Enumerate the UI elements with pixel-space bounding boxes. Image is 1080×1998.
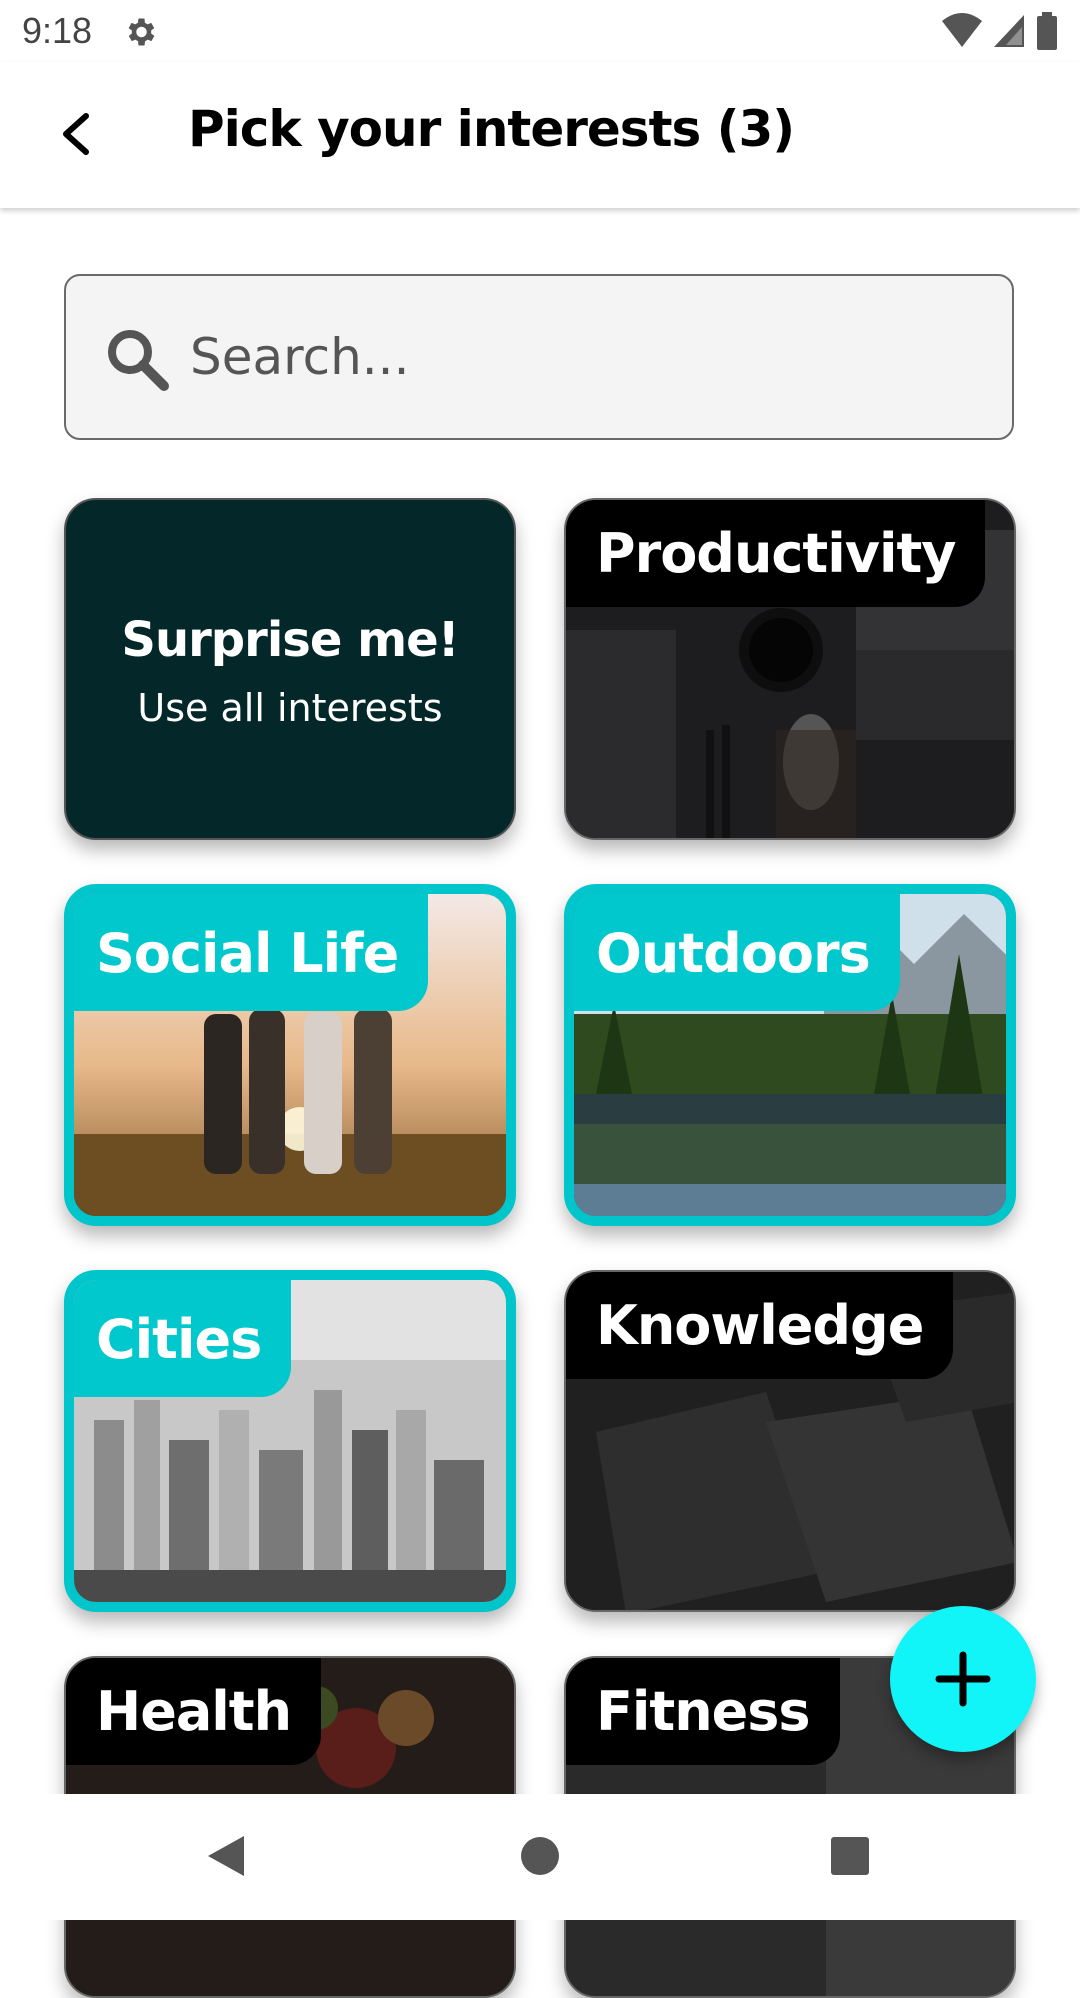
search-icon [108, 330, 169, 391]
search-box[interactable] [64, 274, 1014, 440]
search-input[interactable] [190, 312, 970, 402]
surprise-title: Surprise me! [121, 612, 459, 668]
interest-card-social-life[interactable]: Social Life [64, 884, 516, 1226]
card-label: Health [66, 1658, 322, 1765]
surprise-me-card[interactable]: Surprise me! Use all interests [64, 498, 516, 840]
nav-recents-button[interactable] [820, 1826, 880, 1886]
nav-home-button[interactable] [510, 1826, 570, 1886]
interest-card-outdoors[interactable]: Outdoors [564, 884, 1016, 1226]
wifi-icon [942, 13, 982, 47]
app-bar: Pick your interests (3) [0, 62, 1080, 208]
system-nav-bar [0, 1794, 1080, 1920]
status-time: 9:18 [22, 10, 93, 51]
back-button[interactable] [48, 106, 104, 162]
card-label: Productivity [566, 500, 986, 607]
add-button[interactable] [890, 1606, 1036, 1752]
surprise-subtitle: Use all interests [137, 686, 443, 730]
nav-back-button[interactable] [196, 1826, 256, 1886]
gear-icon [128, 18, 155, 46]
interest-card-productivity[interactable]: Productivity [564, 498, 1016, 840]
plus-icon [935, 1651, 991, 1707]
interest-card-knowledge[interactable]: Knowledge [564, 1270, 1016, 1612]
page-title: Pick your interests (3) [188, 100, 795, 158]
cell-signal-icon [994, 15, 1024, 47]
interest-card-cities[interactable]: Cities [64, 1270, 516, 1612]
card-label: Knowledge [566, 1272, 954, 1379]
card-label: Social Life [74, 894, 429, 1011]
card-label: Cities [74, 1280, 292, 1397]
card-label: Fitness [566, 1658, 840, 1765]
status-bar: 9:18 [0, 0, 1080, 62]
card-label: Outdoors [574, 894, 900, 1011]
nav-back-icon [208, 1836, 244, 1876]
back-arrow-icon [63, 113, 89, 155]
battery-icon [1037, 12, 1057, 50]
nav-home-icon [521, 1837, 559, 1875]
nav-recents-icon [831, 1837, 869, 1875]
